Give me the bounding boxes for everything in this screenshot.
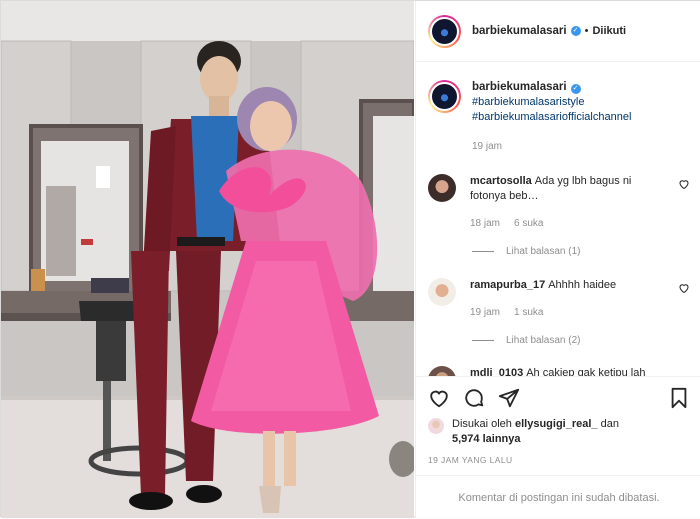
like-comment-heart-icon[interactable] [678, 178, 690, 190]
hashtag-link[interactable]: #barbiekumalasaristyle [472, 95, 631, 110]
follow-status-button[interactable]: Diikuti [592, 25, 626, 37]
view-replies-label: Lihat balasan (1) [506, 246, 581, 257]
comment-likes[interactable]: 1 suka [514, 307, 543, 318]
liker-username[interactable]: ellysugigi_real_ [515, 418, 598, 430]
bookmark-save-icon[interactable] [668, 387, 690, 409]
commenter-username[interactable]: ramapurba_17 [470, 279, 545, 291]
comment-text: Ah cakiep gak ketipu lah [526, 367, 646, 376]
post-header: barbiekumalasari ✓ • Diikuti [416, 1, 700, 62]
comment-item: mdli_0103 Ah cakiep gak ketipu lah [428, 366, 690, 376]
and-word: dan [600, 418, 619, 430]
comment-bubble-icon[interactable] [463, 387, 485, 409]
post-actions: Disukai oleh ellysugigi_real_ dan 5,974 … [416, 376, 700, 518]
commenter-avatar[interactable] [428, 278, 456, 306]
caption-username[interactable]: barbiekumalasari [472, 81, 567, 93]
instagram-post-modal: barbiekumalasari ✓ • Diikuti barbiekumal… [0, 0, 700, 518]
comment-text: Ahhhh haidee [548, 279, 617, 291]
caption-avatar[interactable] [428, 80, 461, 113]
caption: barbiekumalasari ✓ #barbiekumalasaristyle… [428, 80, 631, 154]
replies-divider [472, 340, 494, 341]
like-comment-heart-icon[interactable] [678, 282, 690, 294]
author-avatar[interactable] [428, 14, 461, 48]
post-timestamp[interactable]: 19 JAM YANG LALU [428, 455, 513, 465]
liked-by-prefix: Disukai oleh [452, 418, 512, 430]
liker-avatar[interactable] [428, 418, 444, 434]
comment-time: 19 jam [470, 307, 501, 318]
verified-badge-icon: ✓ [570, 84, 581, 94]
share-send-icon[interactable] [498, 387, 520, 409]
post-side-panel: barbiekumalasari ✓ • Diikuti barbiekumal… [415, 1, 700, 518]
comment-time: 18 jam [470, 218, 501, 229]
comments-limited-notice: Komentar di postingan ini sudah dibatasi… [416, 475, 700, 519]
commenter-avatar[interactable] [428, 366, 456, 376]
view-replies-button[interactable]: Lihat balasan (2) [472, 335, 581, 346]
liked-by: Disukai oleh ellysugigi_real_ dan 5,974 … [428, 417, 619, 447]
replies-divider [472, 251, 494, 252]
commenter-username[interactable]: mcartosolla [470, 175, 532, 187]
view-replies-button[interactable]: Lihat balasan (1) [472, 246, 581, 257]
like-heart-icon[interactable] [428, 387, 450, 409]
separator-dot: • [584, 25, 589, 37]
comment-likes[interactable]: 6 suka [514, 218, 543, 229]
hashtag-link[interactable]: #barbiekumalasariofficialchannel [472, 110, 631, 125]
comment-item: ramapurba_17 Ahhhh haidee 19 jam 1 suka [428, 278, 690, 320]
commenter-username[interactable]: mdli_0103 [470, 367, 523, 376]
view-replies-label: Lihat balasan (2) [506, 335, 581, 346]
comments-section[interactable]: barbiekumalasari ✓ #barbiekumalasaristyle… [416, 62, 700, 376]
likes-count-link[interactable]: 5,974 lainnya [452, 433, 521, 445]
comment-item: mcartosolla Ada yg lbh bagus ni fotonya b… [428, 174, 690, 231]
post-photo[interactable] [1, 1, 414, 518]
photo-illustration [1, 1, 414, 518]
caption-time: 19 jam [472, 141, 503, 152]
commenter-avatar[interactable] [428, 174, 456, 202]
verified-badge-icon: ✓ [570, 26, 581, 36]
author-username[interactable]: barbiekumalasari [472, 25, 567, 37]
